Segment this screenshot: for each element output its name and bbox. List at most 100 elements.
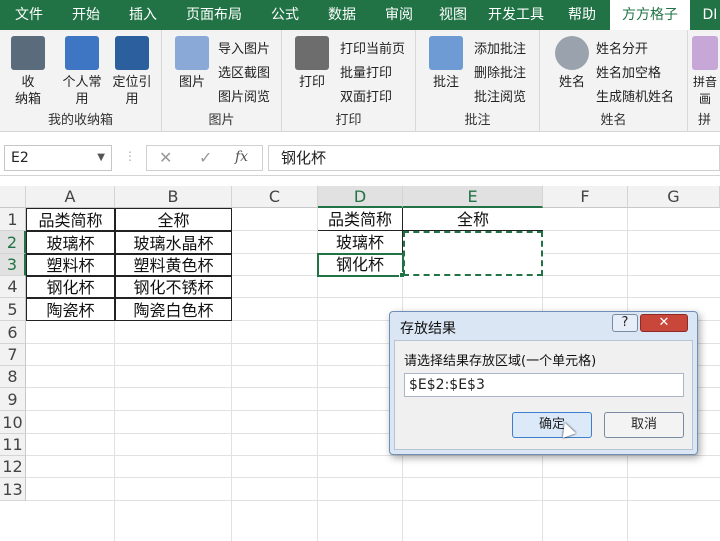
- column-header-D[interactable]: D: [318, 186, 403, 208]
- row-header-2[interactable]: 2: [0, 231, 26, 254]
- locate-ref-button[interactable]: 定位引 用: [108, 36, 156, 108]
- batch-print-button[interactable]: 批量打印: [340, 62, 392, 81]
- row-header-3[interactable]: 3: [0, 254, 26, 276]
- table-cell[interactable]: 陶瓷杯: [26, 298, 115, 321]
- personal-button[interactable]: 个人常 用: [58, 36, 106, 108]
- chevron-down-icon[interactable]: ▼: [97, 146, 105, 170]
- group-comment: 批注 添加批注 删除批注 批注阅览 批注: [416, 30, 540, 132]
- name-add-space-button[interactable]: 姓名加空格: [596, 62, 661, 81]
- group-label-box: 我的收纳箱: [47, 113, 113, 128]
- table-cell[interactable]: 玻璃杯: [26, 231, 115, 254]
- menu-tab-6[interactable]: 审阅: [370, 0, 428, 30]
- row-header-12[interactable]: 12: [0, 456, 26, 478]
- row-header-10[interactable]: 10: [0, 411, 26, 434]
- cancel-icon[interactable]: ✕: [159, 148, 172, 167]
- comment-preview-button[interactable]: 批注阅览: [474, 86, 526, 105]
- menu-tab-9[interactable]: 帮助: [554, 0, 610, 30]
- table-cell[interactable]: 玻璃杯: [318, 231, 403, 254]
- active-cell-border: [317, 253, 404, 277]
- column-header-B[interactable]: B: [115, 186, 232, 208]
- column-header-C[interactable]: C: [232, 186, 318, 208]
- table-cell[interactable]: 玻璃水晶杯: [115, 231, 232, 254]
- comment-label: 批注: [432, 75, 459, 90]
- menu-tab-2[interactable]: 插入: [114, 0, 172, 30]
- cell-reference: E2: [11, 150, 29, 166]
- row-header-11[interactable]: 11: [0, 434, 26, 456]
- dialog-prompt: 请选择结果存放区域(一个单元格): [404, 354, 597, 369]
- menu-tab-7[interactable]: 视图: [428, 0, 478, 30]
- row-header-8[interactable]: 8: [0, 366, 26, 388]
- result-range-input[interactable]: $E$2:$E$3: [404, 373, 684, 397]
- row-header-13[interactable]: 13: [0, 478, 26, 501]
- table-cell[interactable]: 品类简称: [318, 208, 403, 231]
- table-cell[interactable]: 钢化杯: [26, 276, 115, 298]
- close-icon: ✕: [658, 315, 670, 330]
- table-cell[interactable]: 塑料杯: [26, 254, 115, 276]
- row-header-9[interactable]: 9: [0, 388, 26, 411]
- gridline-row: [26, 477, 720, 478]
- row-header-4[interactable]: 4: [0, 276, 26, 298]
- import-image-button[interactable]: 导入图片: [218, 38, 270, 57]
- menu-tab-4[interactable]: 公式: [256, 0, 314, 30]
- image-label: 图片: [178, 75, 205, 90]
- print-current-page-button[interactable]: 打印当前页: [340, 38, 405, 57]
- group-label-name: 姓名: [600, 113, 627, 128]
- ok-button[interactable]: 确定: [512, 412, 592, 438]
- delete-comment-button[interactable]: 删除批注: [474, 62, 526, 81]
- split-name-button[interactable]: 姓名分开: [596, 38, 648, 57]
- group-label-comment: 批注: [464, 113, 491, 128]
- print-button[interactable]: 打印: [292, 36, 332, 91]
- table-cell[interactable]: 品类简称: [26, 208, 115, 231]
- box-button[interactable]: 收 纳箱: [8, 36, 48, 108]
- close-button[interactable]: ✕: [640, 314, 688, 332]
- random-name-button[interactable]: 生成随机姓名: [596, 86, 674, 105]
- table-cell[interactable]: 塑料黄色杯: [115, 254, 232, 276]
- enter-icon[interactable]: ✓: [199, 148, 212, 167]
- column-header-F[interactable]: F: [543, 186, 628, 208]
- region-screenshot-button[interactable]: 选区截图: [218, 62, 270, 81]
- menu-tab-1[interactable]: 开始: [58, 0, 114, 30]
- cancel-label: 取消: [630, 417, 657, 432]
- cancel-button[interactable]: 取消: [604, 412, 684, 438]
- table-cell[interactable]: 全称: [115, 208, 232, 231]
- menu-tab-11[interactable]: DI: [690, 0, 720, 30]
- image-icon: [175, 36, 209, 70]
- menu-tab-8[interactable]: 开发工具: [478, 0, 554, 30]
- menu-tab-5[interactable]: 数据: [314, 0, 370, 30]
- toolbox-icon: [11, 36, 45, 70]
- group-image: 图片 导入图片 选区截图 图片阅览 图片: [162, 30, 282, 132]
- row-header-7[interactable]: 7: [0, 344, 26, 366]
- comment-button[interactable]: 批注: [426, 36, 466, 91]
- column-header-A[interactable]: A: [26, 186, 115, 208]
- pinyin-button[interactable]: 拼音 画: [690, 36, 720, 108]
- column-header-G[interactable]: G: [628, 186, 720, 208]
- menu-tab-0[interactable]: 文件: [0, 0, 58, 30]
- group-label-pinyin: 拼: [698, 113, 712, 128]
- table-cell[interactable]: 全称: [403, 208, 543, 231]
- group-pinyin: 拼音 画 拼: [688, 30, 720, 132]
- help-button[interactable]: ?: [612, 314, 638, 332]
- table-cell[interactable]: 陶瓷白色杯: [115, 298, 232, 321]
- add-comment-button[interactable]: 添加批注: [474, 38, 526, 57]
- table-cell[interactable]: 钢化不锈杯: [115, 276, 232, 298]
- name-box[interactable]: E2 ▼: [4, 145, 112, 171]
- help-icon: ?: [621, 315, 629, 330]
- select-all-corner[interactable]: [0, 186, 26, 208]
- duplex-print-button[interactable]: 双面打印: [340, 86, 392, 105]
- row-header-6[interactable]: 6: [0, 321, 26, 344]
- menu-tab-3[interactable]: 页面布局: [172, 0, 256, 30]
- formula-tools: ✕ ✓ fx: [146, 145, 263, 171]
- image-button[interactable]: 图片: [172, 36, 212, 91]
- menu-tab-10[interactable]: 方方格子: [610, 0, 690, 30]
- locate-icon: [115, 36, 149, 70]
- locate-label: 定位引 用: [112, 75, 152, 107]
- image-preview-button[interactable]: 图片阅览: [218, 86, 270, 105]
- group-name: 姓名 姓名分开 姓名加空格 生成随机姓名 姓名: [540, 30, 688, 132]
- row-header-1[interactable]: 1: [0, 208, 26, 231]
- copy-range-marquee: [403, 231, 543, 276]
- row-header-5[interactable]: 5: [0, 298, 26, 321]
- column-header-E[interactable]: E: [403, 186, 543, 208]
- name-button[interactable]: 姓名: [552, 36, 592, 91]
- insert-function-icon[interactable]: fx: [235, 149, 248, 165]
- formula-input[interactable]: 钢化杯: [268, 145, 720, 171]
